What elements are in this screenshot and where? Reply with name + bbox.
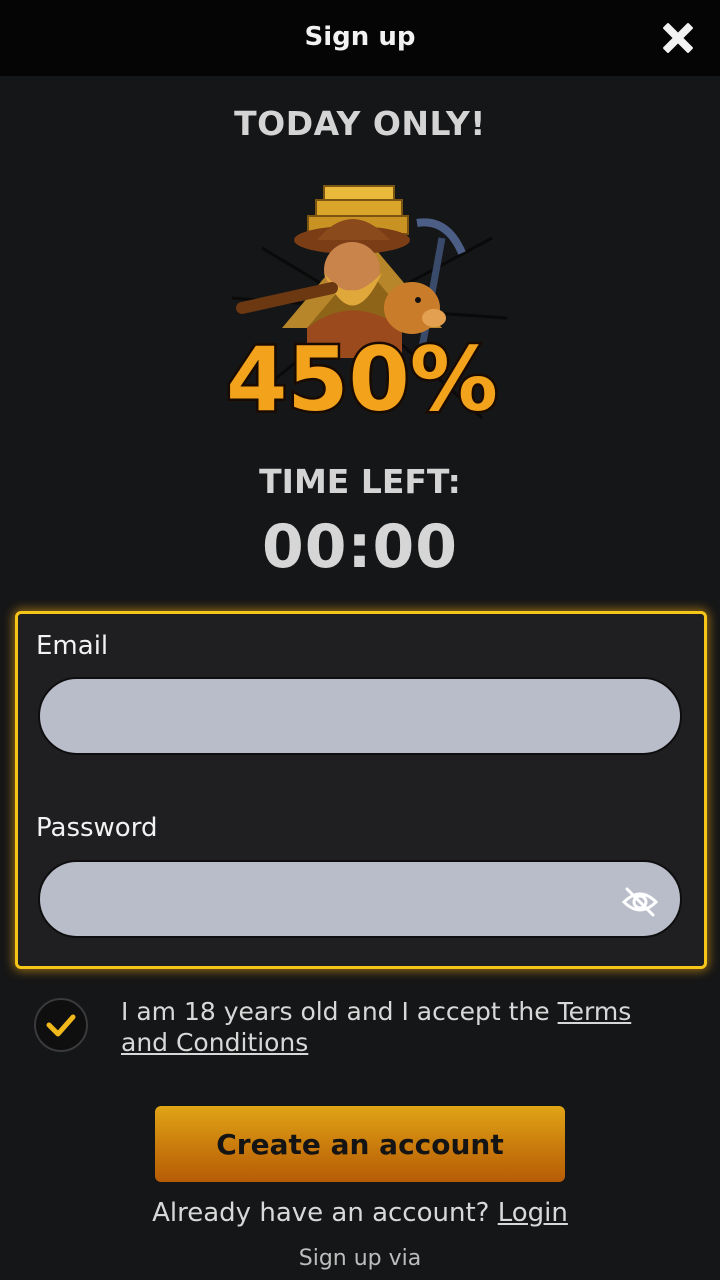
promo-heading: TODAY ONLY! [234,104,486,143]
password-visibility-toggle[interactable] [620,882,660,922]
page-title: Sign up [304,22,416,52]
login-prompt: Already have an account? Login [0,1198,720,1228]
promo-hero-image: 450% [224,185,508,434]
consent-text: I am 18 years old and I accept the Terms… [121,996,681,1058]
email-label: Email [36,631,109,661]
login-link[interactable]: Login [498,1198,568,1228]
checkmark-icon [46,1014,76,1037]
consent-statement: I am 18 years old and I accept the [121,997,558,1026]
timer-label: TIME LEFT: [259,462,461,501]
close-icon [663,23,693,53]
countdown-timer: 00:00 [262,512,458,582]
password-field[interactable] [38,860,682,938]
bonus-percentage: 450% [226,328,498,431]
terms-checkbox[interactable] [34,998,88,1052]
email-field[interactable] [38,677,682,755]
eye-off-icon [621,887,659,917]
already-have-account-text: Already have an account? [152,1198,490,1228]
password-label: Password [36,813,158,843]
signup-via-label: Sign up via [298,1246,422,1271]
signup-form: Email Password [15,611,707,969]
close-button[interactable] [658,18,698,58]
create-account-button[interactable]: Create an account [155,1106,565,1182]
header-bar: Sign up [0,0,720,76]
